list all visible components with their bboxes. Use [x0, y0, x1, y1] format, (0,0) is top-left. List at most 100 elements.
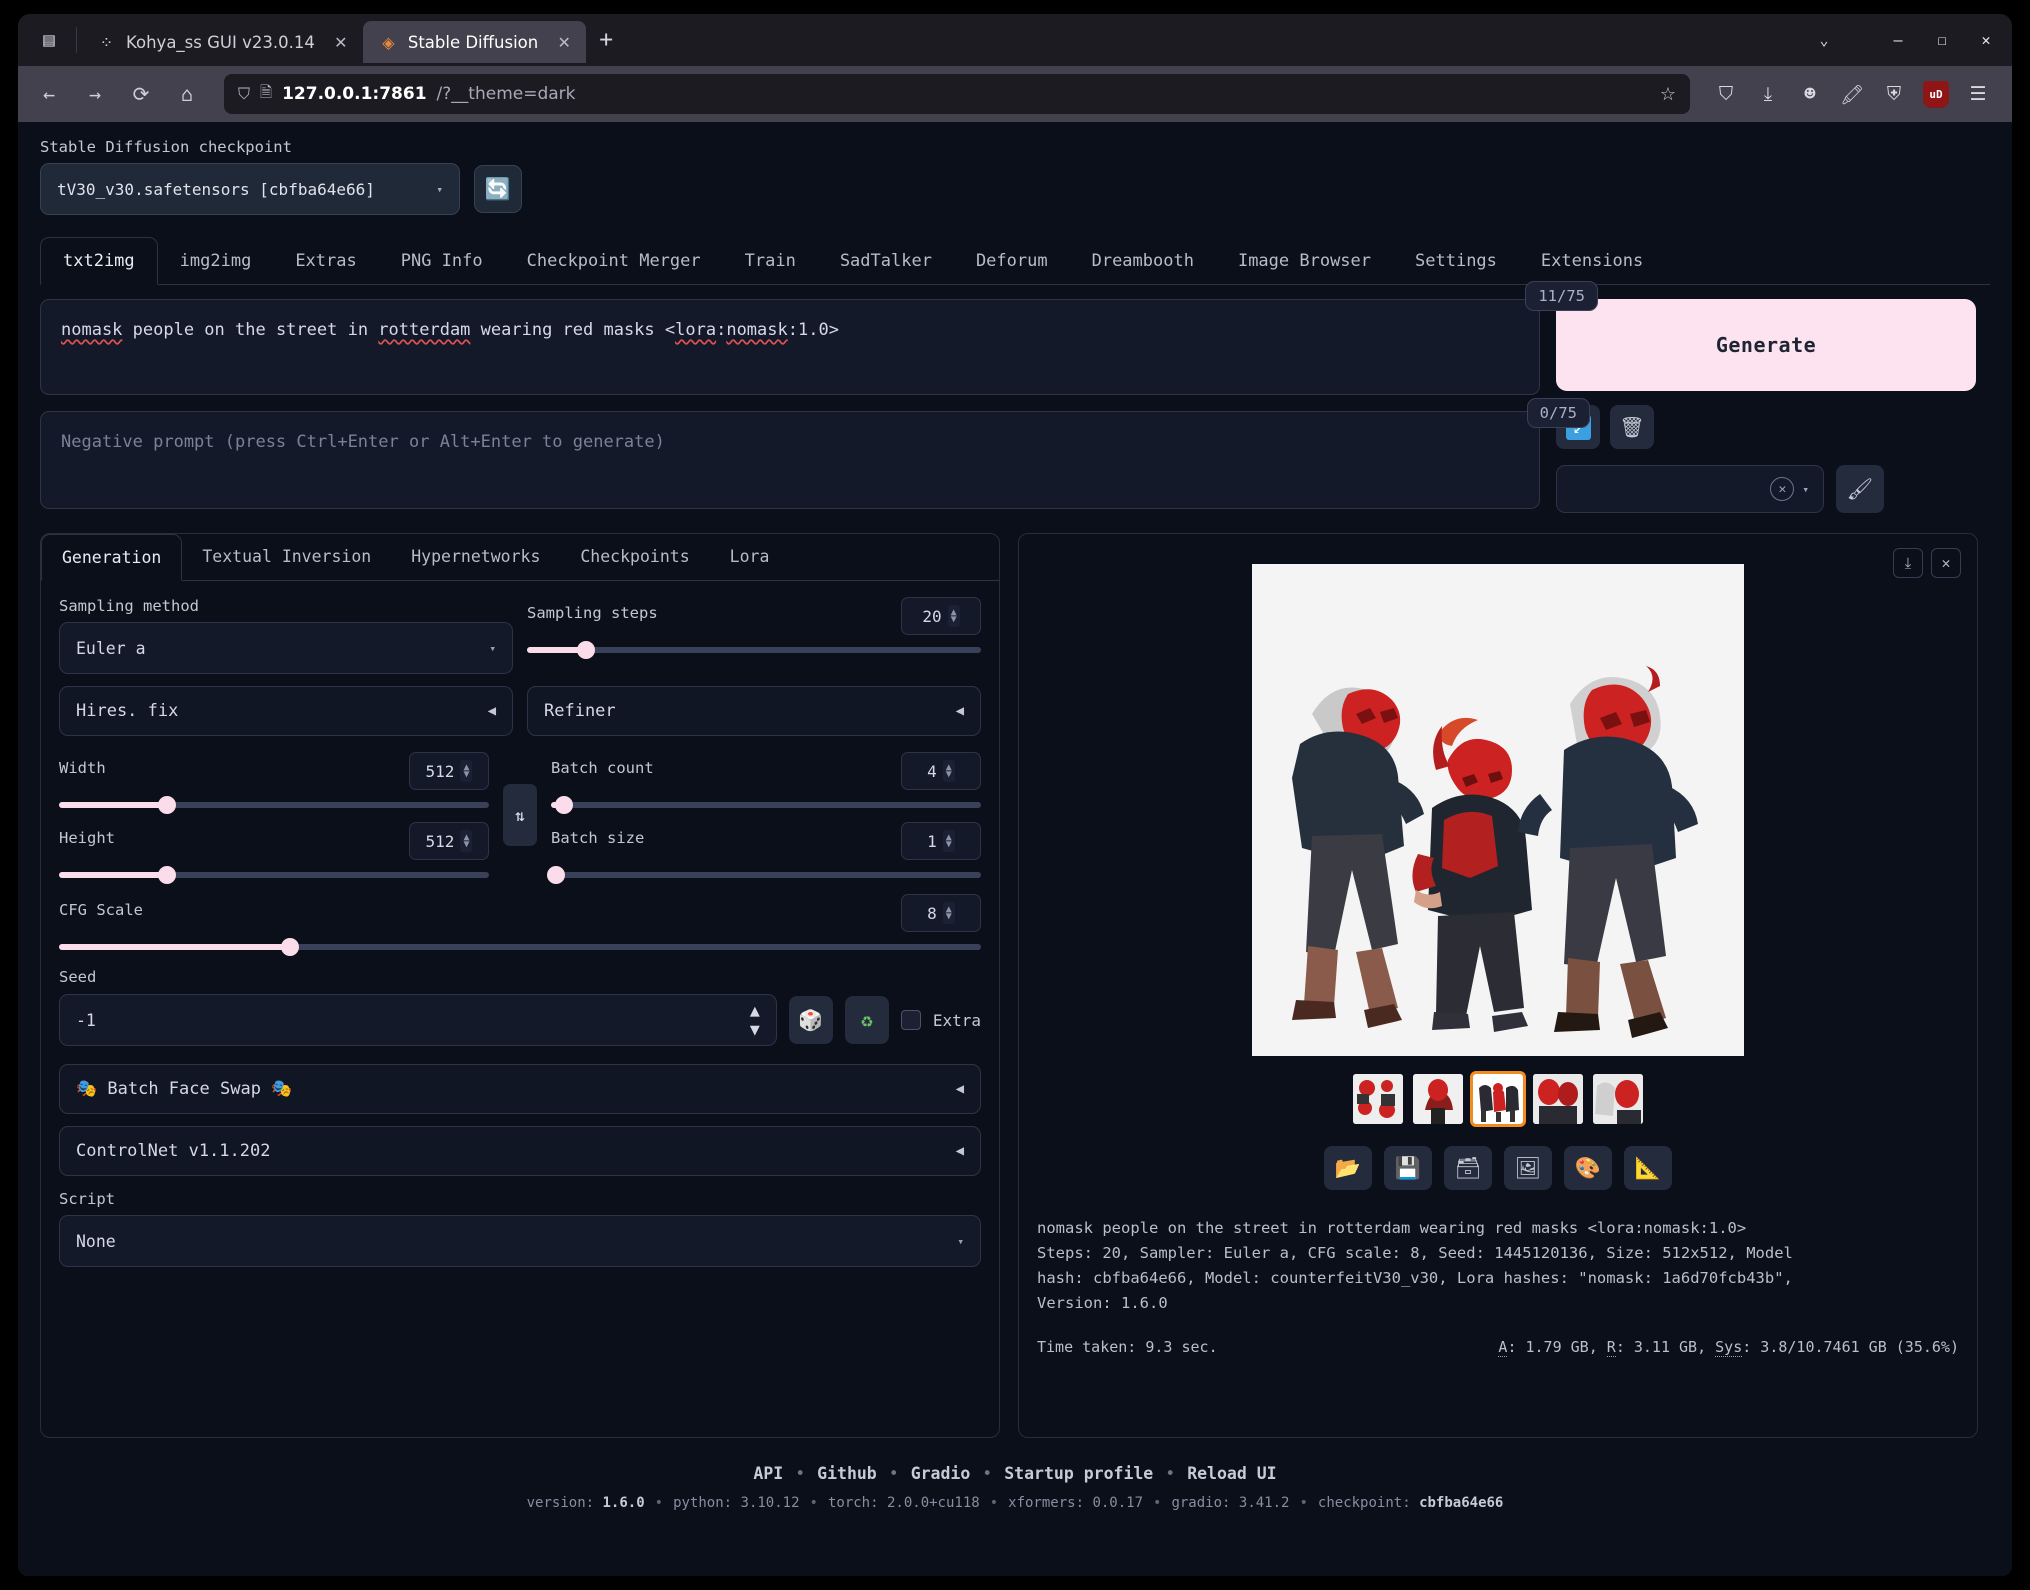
maximize-button[interactable]: ☐: [1922, 20, 1962, 60]
checkpoint-dropdown[interactable]: tV30_v30.safetensors [cbfba64e66] ▾: [40, 163, 460, 215]
thumbnail-item-selected[interactable]: [1470, 1071, 1526, 1127]
generated-image-preview[interactable]: [1252, 564, 1744, 1056]
random-seed-button[interactable]: 🎲: [788, 996, 833, 1044]
seed-input[interactable]: -1 ▲ ▼: [59, 994, 777, 1046]
ublock-badge: uD: [1923, 80, 1949, 108]
highlighter-icon[interactable]: 🖍: [1832, 74, 1872, 114]
application-menu-icon[interactable]: ☰: [1958, 74, 1998, 114]
stepper-icon[interactable]: ▲ ▼: [942, 830, 955, 852]
home-icon[interactable]: ⌂: [166, 73, 208, 115]
checkpoint-row: tV30_v30.safetensors [cbfba64e66] ▾ 🔄: [40, 163, 1990, 215]
account-icon[interactable]: ☻: [1790, 74, 1830, 114]
footer-link-gradio[interactable]: Gradio: [911, 1464, 971, 1483]
download-image-button[interactable]: ⤓: [1893, 548, 1923, 578]
send-to-img2img-button[interactable]: 🖼: [1504, 1146, 1552, 1190]
tab-extensions[interactable]: Extensions: [1519, 238, 1665, 284]
tab-extras[interactable]: Extras: [273, 238, 378, 284]
tab-train[interactable]: Train: [723, 238, 818, 284]
back-icon[interactable]: ←: [28, 73, 70, 115]
clear-prompt-button[interactable]: 🗑: [1610, 405, 1654, 449]
tab-txt2img[interactable]: txt2img: [40, 237, 158, 285]
bookmark-star-icon[interactable]: ☆: [1660, 84, 1676, 105]
new-tab-button[interactable]: +: [586, 20, 626, 60]
footer-link-api[interactable]: API: [753, 1464, 783, 1483]
height-slider[interactable]: [59, 866, 489, 884]
close-window-button[interactable]: ✕: [1966, 20, 2006, 60]
batch-face-swap-accordion[interactable]: 🎭 Batch Face Swap 🎭 ◀: [59, 1064, 981, 1114]
swap-dimensions-button[interactable]: ⇅: [503, 784, 537, 846]
thumbnail-item[interactable]: [1593, 1074, 1643, 1124]
generate-button[interactable]: Generate: [1556, 299, 1976, 391]
extra-seed-checkbox[interactable]: [900, 1010, 921, 1030]
ublock-origin-icon[interactable]: uD: [1916, 74, 1956, 114]
save-zip-button[interactable]: 🗃: [1444, 1146, 1492, 1190]
batch-size-slider[interactable]: [547, 866, 981, 884]
refresh-checkpoints-button[interactable]: 🔄: [474, 165, 522, 213]
subtab-lora[interactable]: Lora: [710, 534, 790, 580]
styles-dropdown[interactable]: ✕ ▾: [1556, 465, 1824, 513]
width-slider[interactable]: [59, 796, 489, 814]
controlnet-accordion[interactable]: ControlNet v1.1.202 ◀: [59, 1126, 981, 1176]
refiner-accordion[interactable]: Refiner ◀: [527, 686, 981, 736]
chevron-down-icon[interactable]: ⌄: [1802, 20, 1846, 60]
tab-sadtalker[interactable]: SadTalker: [818, 238, 954, 284]
close-icon[interactable]: ✕: [554, 33, 574, 52]
stepper-icon[interactable]: ▲ ▼: [460, 830, 473, 852]
stepper-icon[interactable]: ▲ ▼: [942, 760, 955, 782]
tab-deforum[interactable]: Deforum: [954, 238, 1070, 284]
cfg-slider[interactable]: [59, 938, 981, 956]
send-to-extras-button[interactable]: 📐: [1624, 1146, 1672, 1190]
thumbnail-item[interactable]: [1413, 1074, 1463, 1124]
footer-link-reload-ui[interactable]: Reload UI: [1187, 1464, 1276, 1483]
width-number[interactable]: 512 ▲ ▼: [409, 752, 489, 790]
open-folder-button[interactable]: 📂: [1324, 1146, 1372, 1190]
list-all-tabs-icon[interactable]: ▤: [26, 17, 72, 63]
stepper-icon[interactable]: ▲ ▼: [942, 902, 955, 924]
prompt-input[interactable]: nomask people on the street in rotterdam…: [40, 299, 1540, 508]
thumbnail-item[interactable]: [1533, 1074, 1583, 1124]
downloads-icon[interactable]: ⤓: [1748, 74, 1788, 114]
tab-png-info[interactable]: PNG Info: [379, 238, 505, 284]
subtab-checkpoints[interactable]: Checkpoints: [560, 534, 709, 580]
browser-tab-stable-diffusion[interactable]: ◈ Stable Diffusion ✕: [362, 21, 587, 63]
send-to-inpaint-button[interactable]: 🎨: [1564, 1146, 1612, 1190]
hires-fix-accordion[interactable]: Hires. fix ◀: [59, 686, 513, 736]
tab-checkpoint-merger[interactable]: Checkpoint Merger: [505, 238, 723, 284]
footer-link-github[interactable]: Github: [817, 1464, 877, 1483]
negative-prompt-input[interactable]: Negative prompt (press Ctrl+Enter or Alt…: [40, 411, 1540, 509]
sampling-steps-number[interactable]: 20 ▲ ▼: [901, 597, 981, 635]
save-button[interactable]: 💾: [1384, 1146, 1432, 1190]
reload-icon[interactable]: ⟳: [120, 73, 162, 115]
address-bar[interactable]: ⛉ 🗎 127.0.0.1:7861 /?__theme=dark ☆: [224, 74, 1690, 114]
forward-icon[interactable]: →: [74, 73, 116, 115]
footer-link-startup-profile[interactable]: Startup profile: [1004, 1464, 1153, 1483]
tab-image-browser[interactable]: Image Browser: [1216, 238, 1393, 284]
tab-dreambooth[interactable]: Dreambooth: [1070, 238, 1216, 284]
tab-settings[interactable]: Settings: [1393, 238, 1519, 284]
batch-size-number[interactable]: 1 ▲ ▼: [901, 822, 981, 860]
clear-icon[interactable]: ✕: [1770, 477, 1795, 501]
batch-count-slider[interactable]: [551, 796, 981, 814]
sampling-method-dropdown[interactable]: Euler a ▾: [59, 622, 513, 674]
batch-count-number[interactable]: 4 ▲ ▼: [901, 752, 981, 790]
subtab-hypernetworks[interactable]: Hypernetworks: [391, 534, 560, 580]
sampling-steps-slider[interactable]: [527, 641, 981, 659]
reuse-seed-button[interactable]: ♻: [844, 996, 889, 1044]
thumbnail-item[interactable]: [1353, 1074, 1403, 1124]
stepper-icon[interactable]: ▲ ▼: [750, 1001, 760, 1039]
close-image-button[interactable]: ✕: [1931, 548, 1961, 578]
close-icon[interactable]: ✕: [331, 33, 351, 52]
height-number[interactable]: 512 ▲ ▼: [409, 822, 489, 860]
tab-img2img[interactable]: img2img: [158, 238, 274, 284]
stepper-icon[interactable]: ▲ ▼: [947, 605, 960, 627]
pocket-icon[interactable]: ⛉: [1706, 74, 1746, 114]
extensions-icon[interactable]: ⛨: [1874, 74, 1914, 114]
browser-tab-kohya[interactable]: ⁘ Kohya_ss GUI v23.0.14 ✕: [81, 21, 363, 63]
apply-style-button[interactable]: 🖌: [1836, 465, 1884, 513]
subtab-generation[interactable]: Generation: [41, 534, 183, 581]
subtab-textual-inversion[interactable]: Textual Inversion: [182, 534, 391, 580]
cfg-number[interactable]: 8 ▲ ▼: [901, 894, 981, 932]
script-dropdown[interactable]: None ▾: [59, 1215, 981, 1267]
stepper-icon[interactable]: ▲ ▼: [460, 760, 473, 782]
minimize-button[interactable]: —: [1878, 20, 1918, 60]
